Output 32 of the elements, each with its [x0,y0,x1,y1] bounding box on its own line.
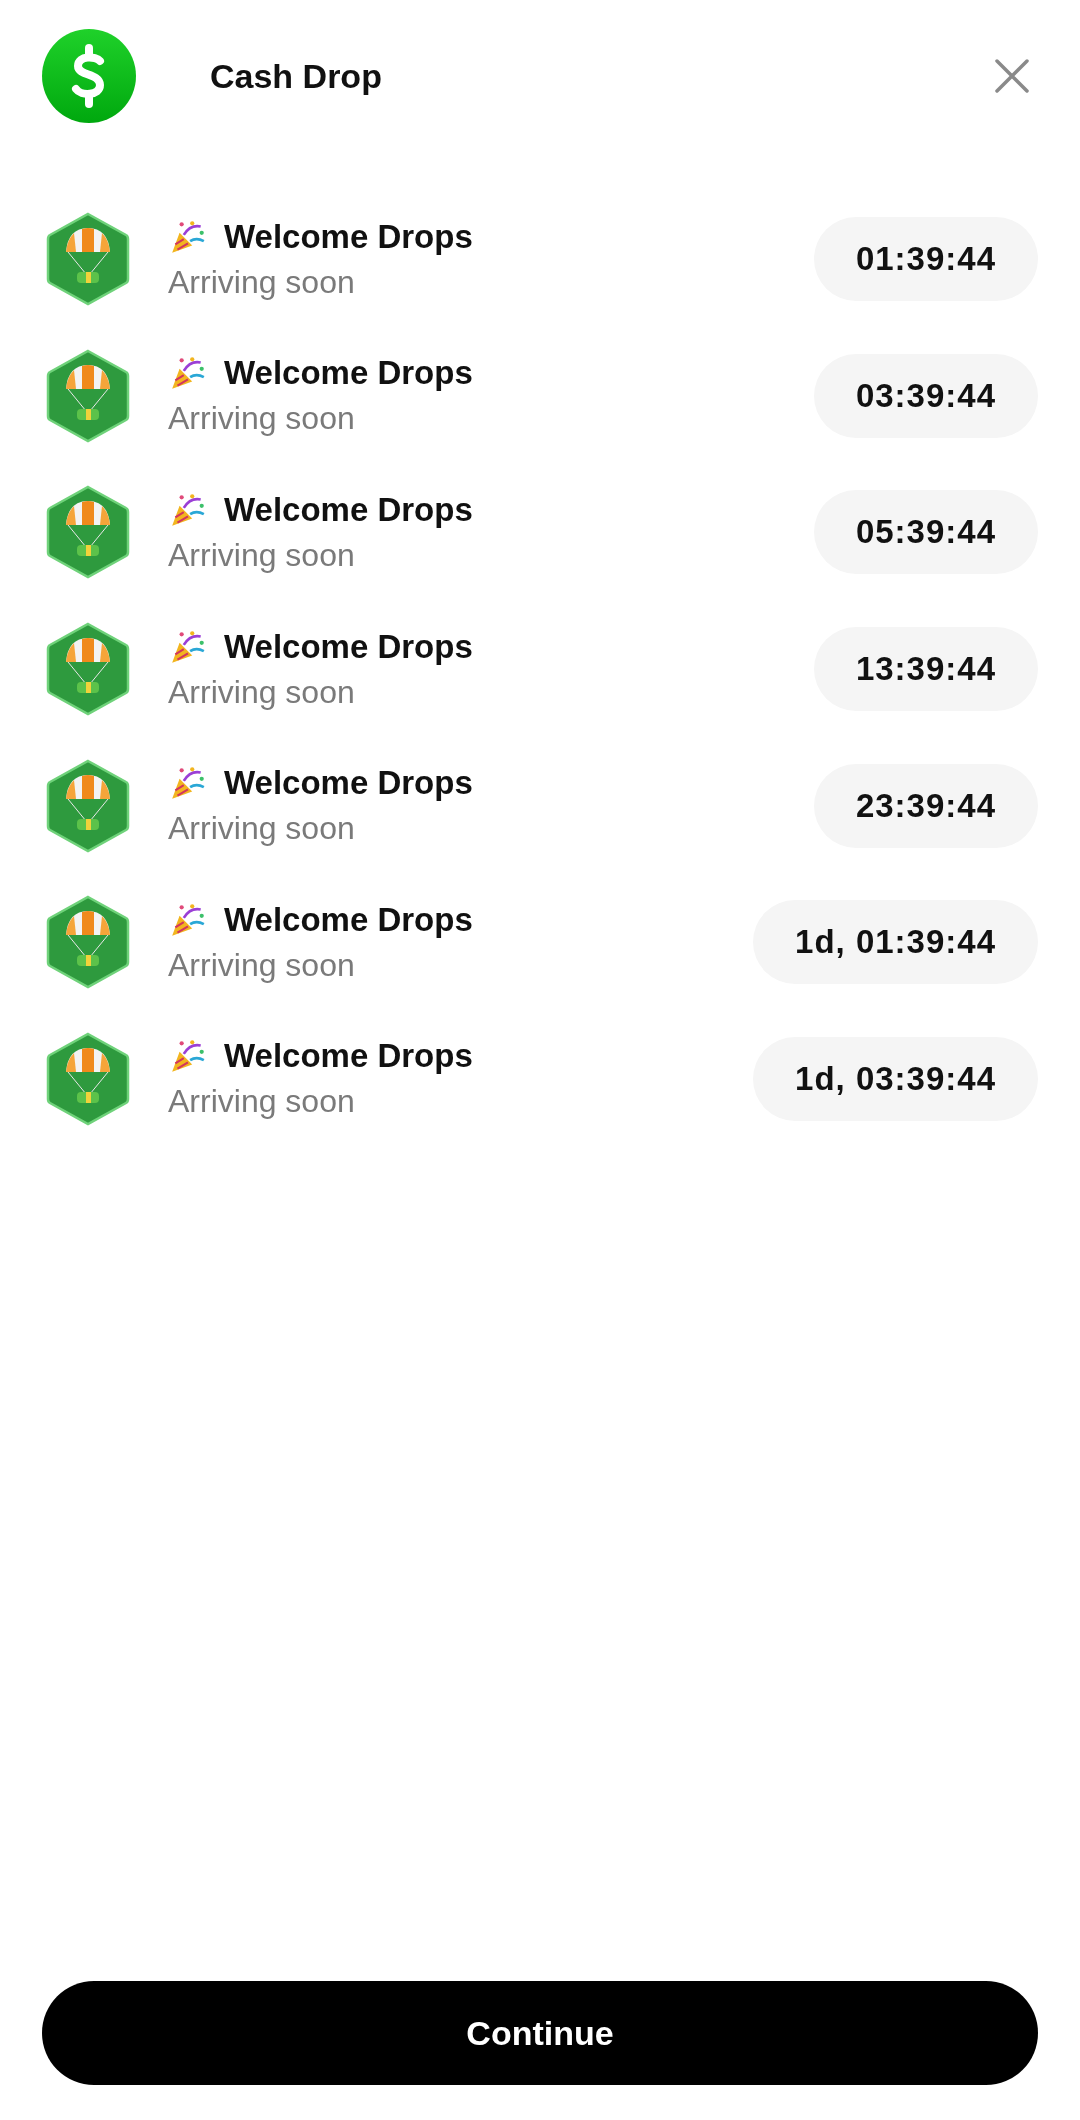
parachute-badge-icon [46,1031,130,1126]
continue-button[interactable]: Continue [42,1981,1038,2085]
drop-status: Arriving soon [168,400,356,438]
parachute-badge-icon [46,485,130,580]
dollar-logo-icon [42,29,136,123]
parachute-badge-icon [46,212,130,307]
drop-status: Arriving soon [168,263,356,301]
drop-title: Welcome Drops [224,491,473,529]
drop-status: Arriving soon [168,946,356,984]
countdown-timer: 05:39:44 [813,490,1038,575]
header-title: Cash Drop [210,56,383,96]
countdown-timer: 13:39:44 [813,627,1038,712]
drop-status: Arriving soon [168,537,356,574]
drop-title: Welcome Drops [224,217,473,256]
drop-title: Welcome Drops [224,764,473,803]
drop-title: Welcome Drops [224,1037,473,1076]
parachute-badge-icon [46,622,130,717]
countdown-timer: 01:39:44 [813,217,1038,302]
drop-status: Arriving soon [168,673,356,711]
drop-title: Welcome Drops [224,900,473,939]
parachute-badge-icon [46,348,130,443]
parachute-badge-icon [46,758,130,853]
countdown-timer: 23:39:44 [813,763,1038,848]
close-button[interactable] [994,58,1030,94]
drop-title: Welcome Drops [224,627,473,666]
drop-status: Arriving soon [168,810,356,848]
parachute-badge-icon [46,895,130,990]
countdown-timer: 03:39:44 [813,353,1038,438]
drop-title: Welcome Drops [224,354,473,393]
countdown-timer: 1d, 03:39:44 [753,1036,1038,1121]
drop-status: Arriving soon [168,1083,356,1121]
countdown-timer: 1d, 01:39:44 [753,900,1038,985]
